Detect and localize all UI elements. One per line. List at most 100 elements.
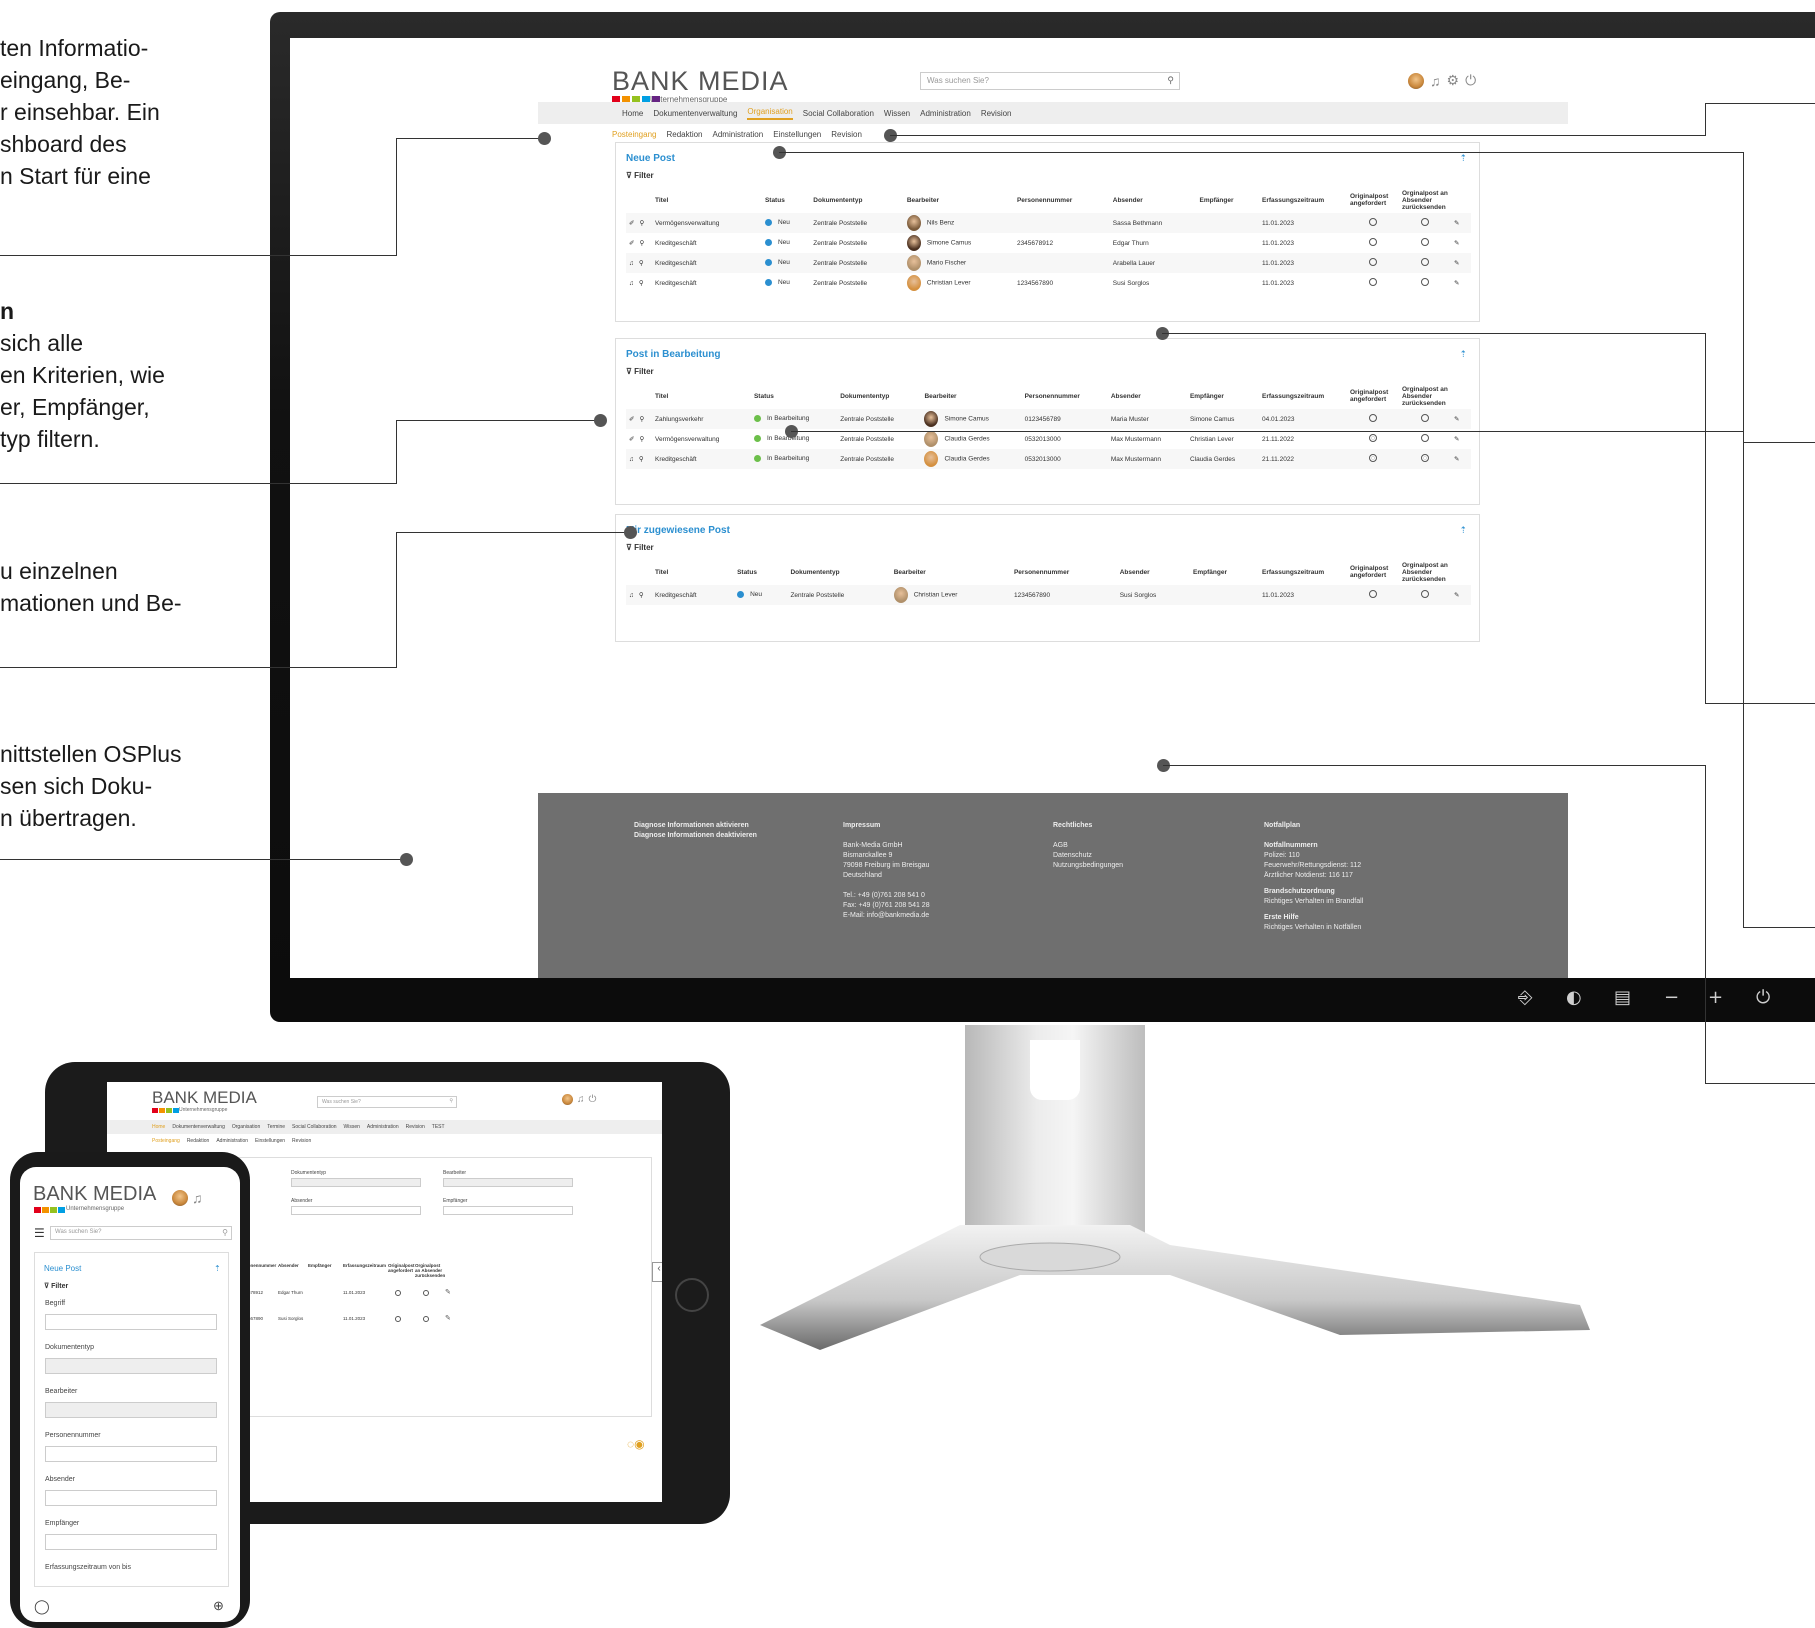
- tablet-nav-item[interactable]: Dokumentenverwaltung: [172, 1124, 225, 1130]
- row-action-icon[interactable]: ♫: [629, 456, 634, 463]
- search-icon[interactable]: ⚲: [639, 280, 644, 287]
- row-action-icon[interactable]: ♫: [629, 260, 634, 267]
- tablet-chat-icon[interactable]: ◌◉: [627, 1437, 645, 1451]
- tablet-column-header[interactable]: Absender: [278, 1263, 299, 1268]
- tablet-search-input[interactable]: Was suchen Sie? ⚲: [317, 1096, 457, 1108]
- column-header[interactable]: Originalpost angefordert: [1347, 559, 1399, 585]
- tablet-return-toggle[interactable]: [423, 1316, 429, 1322]
- return-original-toggle[interactable]: [1421, 238, 1429, 246]
- row-action-icon[interactable]: ✐: [629, 240, 634, 247]
- tablet-filter-field[interactable]: [291, 1178, 421, 1187]
- phone-bell-icon[interactable]: ♫: [192, 1190, 203, 1206]
- return-original-toggle[interactable]: [1421, 434, 1429, 442]
- gear-icon[interactable]: ⚙: [1447, 72, 1460, 89]
- subnav-item-redaktion[interactable]: Redaktion: [666, 130, 702, 139]
- hamburger-icon[interactable]: ☰: [34, 1226, 45, 1240]
- search-icon[interactable]: ⚲: [639, 456, 644, 463]
- tablet-return-toggle[interactable]: [423, 1290, 429, 1296]
- edit-icon[interactable]: ✎: [1454, 280, 1459, 287]
- column-header[interactable]: Titel: [652, 559, 734, 585]
- original-requested-toggle[interactable]: [1369, 238, 1377, 246]
- column-header[interactable]: Erfassungszeitraum: [1259, 559, 1347, 585]
- phone-avatar[interactable]: [172, 1190, 188, 1206]
- edit-icon[interactable]: ✎: [1454, 436, 1459, 443]
- column-header[interactable]: Personennummer: [1014, 187, 1110, 213]
- filter-toggle[interactable]: ⊽ Filter: [626, 367, 654, 376]
- original-requested-toggle[interactable]: [1369, 258, 1377, 266]
- tablet-power-icon[interactable]: ⏻: [589, 1094, 597, 1105]
- column-header[interactable]: Originalpost angefordert: [1347, 187, 1399, 213]
- edit-icon[interactable]: ✎: [1454, 456, 1459, 463]
- table-row[interactable]: ♫ ⚲ Kreditgeschäft In Bearbeitung Zentrale P…: [626, 449, 1471, 469]
- edit-icon[interactable]: ✎: [1454, 240, 1459, 247]
- column-header[interactable]: Empfänger: [1187, 383, 1259, 409]
- phone-field-input[interactable]: [45, 1402, 217, 1418]
- nav-item-dokumentenverwaltung[interactable]: Dokumentenverwaltung: [653, 109, 737, 118]
- return-original-toggle[interactable]: [1421, 454, 1429, 462]
- return-original-toggle[interactable]: [1421, 414, 1429, 422]
- monitor-source-icon[interactable]: ◐: [1566, 987, 1582, 1008]
- table-row[interactable]: ✐ ⚲ Vermögensverwaltung In Bearbeitung Zentr…: [626, 429, 1471, 449]
- column-header[interactable]: Absender: [1117, 559, 1190, 585]
- phone-up-icon[interactable]: ⊕: [213, 1598, 224, 1614]
- tablet-edit-icon[interactable]: ✎: [445, 1314, 451, 1322]
- tablet-subnav-item[interactable]: Posteingang: [152, 1138, 180, 1144]
- tablet-column-header[interactable]: Empfänger: [308, 1263, 332, 1268]
- filter-toggle[interactable]: ⊽ Filter: [626, 543, 654, 552]
- collapse-icon[interactable]: ⇡: [1459, 349, 1467, 360]
- column-header[interactable]: Bearbeiter: [891, 559, 1011, 585]
- tablet-nav-item[interactable]: Social Collaboration: [292, 1124, 336, 1130]
- search-icon[interactable]: ⚲: [639, 416, 644, 423]
- edit-icon[interactable]: ✎: [1454, 592, 1459, 599]
- power-icon[interactable]: ⏻: [1465, 72, 1476, 89]
- nav-item-administration[interactable]: Administration: [920, 109, 971, 118]
- search-icon[interactable]: ⚲: [639, 260, 644, 267]
- phone-field-input[interactable]: [45, 1534, 217, 1550]
- diag-deactivate-link[interactable]: Diagnose Informationen deaktivieren: [634, 831, 757, 841]
- tablet-home-button[interactable]: [675, 1278, 709, 1312]
- nav-item-revision[interactable]: Revision: [981, 109, 1012, 118]
- search-icon[interactable]: ⚲: [639, 240, 644, 247]
- edit-icon[interactable]: ✎: [1454, 416, 1459, 423]
- column-header[interactable]: Status: [751, 383, 837, 409]
- search-icon[interactable]: ⚲: [639, 436, 644, 443]
- subnav-item-posteingang[interactable]: Posteingang: [612, 130, 656, 139]
- tablet-nav-item[interactable]: TEST: [432, 1124, 445, 1130]
- edit-icon[interactable]: ✎: [1454, 220, 1459, 227]
- first-aid-link[interactable]: Richtiges Verhalten in Notfällen: [1264, 923, 1363, 933]
- phone-field-input[interactable]: [45, 1358, 217, 1374]
- phone-collapse-icon[interactable]: ⇡: [214, 1264, 221, 1273]
- column-header[interactable]: Dokumententyp: [837, 383, 921, 409]
- nav-item-wissen[interactable]: Wissen: [884, 109, 910, 118]
- tablet-nav-item[interactable]: Wissen: [344, 1124, 360, 1130]
- tablet-search-icon[interactable]: ⚲: [449, 1098, 453, 1104]
- diag-activate-link[interactable]: Diagnose Informationen aktivieren: [634, 821, 757, 831]
- subnav-item-einstellungen[interactable]: Einstellungen: [773, 130, 821, 139]
- column-header[interactable]: Titel: [652, 187, 762, 213]
- original-requested-toggle[interactable]: [1369, 414, 1377, 422]
- tablet-column-header[interactable]: Originalpost angefordert: [388, 1263, 416, 1273]
- tablet-nav-item[interactable]: Revision: [406, 1124, 425, 1130]
- column-header[interactable]: Bearbeiter: [921, 383, 1021, 409]
- nav-item-social-collaboration[interactable]: Social Collaboration: [803, 109, 874, 118]
- legal-link[interactable]: AGB: [1053, 841, 1123, 851]
- original-requested-toggle[interactable]: [1369, 278, 1377, 286]
- return-original-toggle[interactable]: [1421, 258, 1429, 266]
- original-requested-toggle[interactable]: [1369, 590, 1377, 598]
- table-row[interactable]: ♫ ⚲ Kreditgeschäft Neu Zentrale Poststelle Ch…: [626, 585, 1471, 605]
- tablet-collapse-icon[interactable]: ‹: [652, 1262, 662, 1282]
- row-action-icon[interactable]: ♫: [629, 280, 634, 287]
- tablet-logo[interactable]: BANK MEDIA: [152, 1088, 257, 1108]
- collapse-icon[interactable]: ⇡: [1459, 153, 1467, 164]
- row-action-icon[interactable]: ✐: [629, 436, 634, 443]
- search-icon[interactable]: ⚲: [639, 220, 644, 227]
- phone-logo[interactable]: BANK MEDIA: [33, 1183, 156, 1206]
- tablet-subnav-item[interactable]: Einstellungen: [255, 1138, 285, 1144]
- user-avatar[interactable]: [1408, 72, 1424, 89]
- phone-field-input[interactable]: [45, 1446, 217, 1462]
- monitor-power-icon[interactable]: ⏻: [1756, 987, 1770, 1008]
- fire-link[interactable]: Richtiges Verhalten im Brandfall: [1264, 897, 1363, 907]
- monitor-menu-icon[interactable]: ▤: [1614, 987, 1631, 1008]
- bell-icon[interactable]: ♫: [1430, 73, 1441, 89]
- tablet-edit-icon[interactable]: ✎: [445, 1288, 451, 1296]
